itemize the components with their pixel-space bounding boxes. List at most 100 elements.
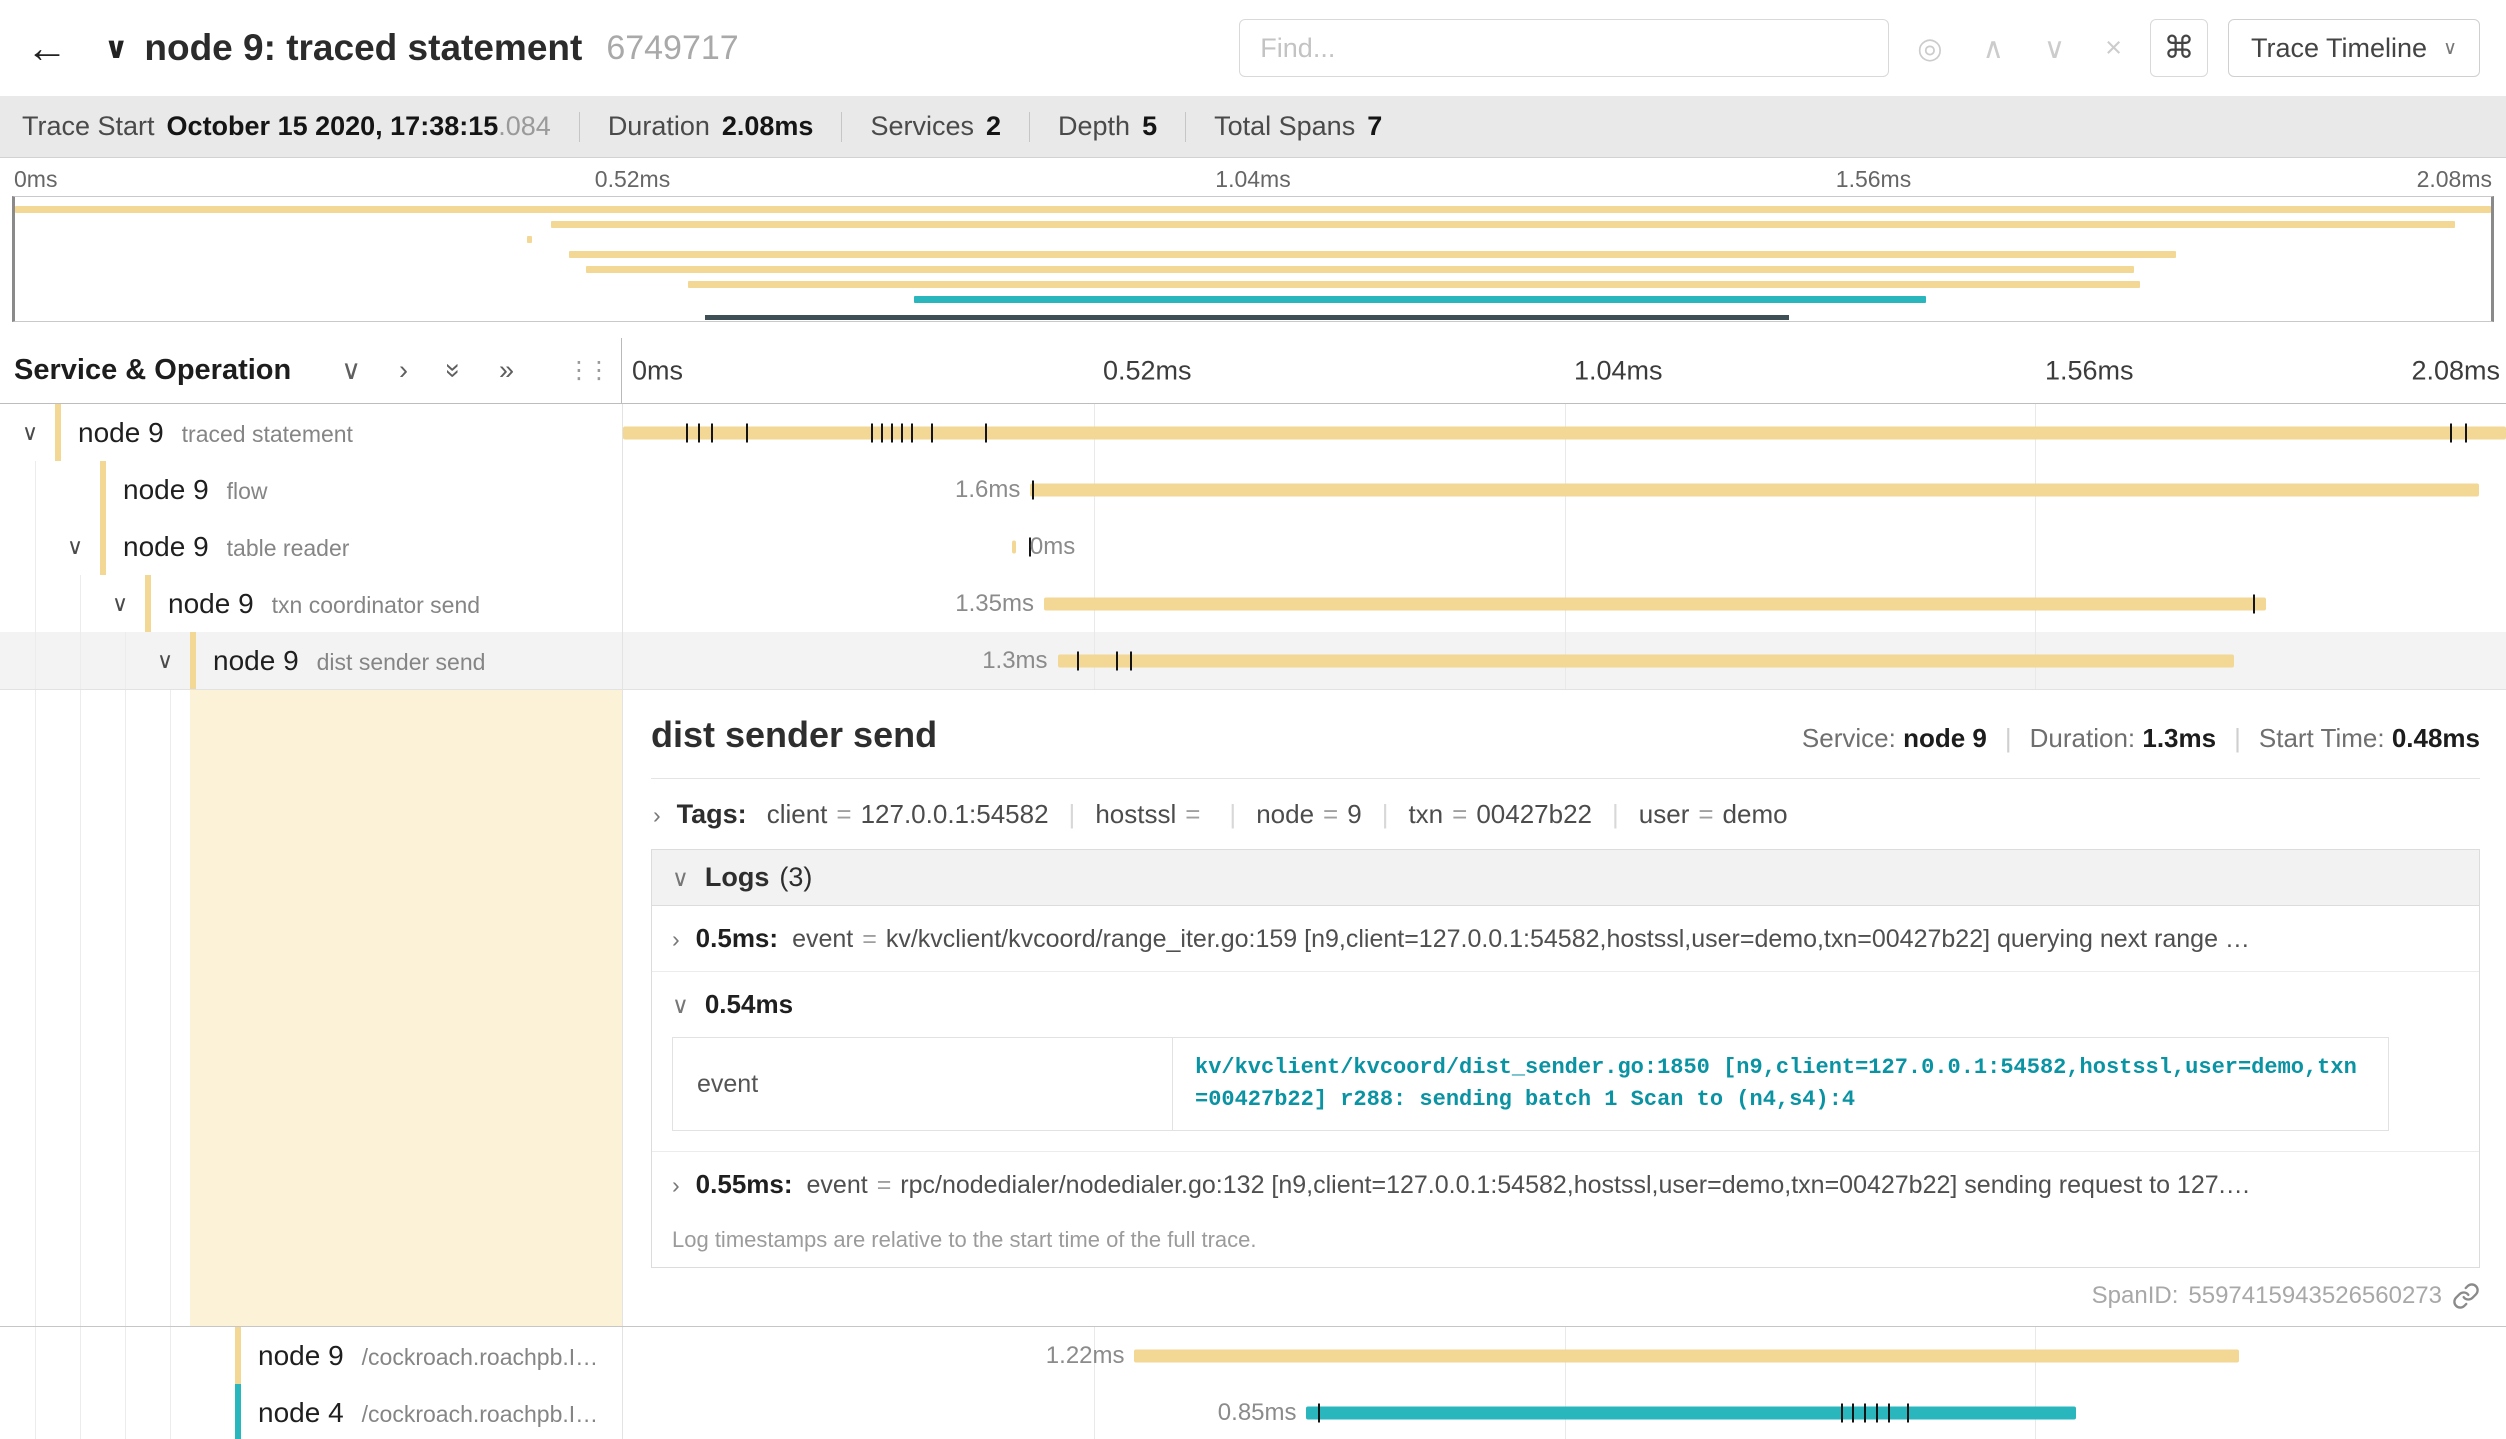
minimap-scrubber[interactable]: [705, 315, 1788, 320]
span-row[interactable]: node 9flow 1.6ms: [0, 461, 2506, 518]
duration-label: 0.85ms: [1218, 1399, 1297, 1427]
trace-summary-bar: Trace Start October 15 2020, 17:38:15.08…: [0, 96, 2506, 158]
services-value: 2: [986, 111, 1001, 142]
collapse-one-icon[interactable]: ∨: [341, 355, 361, 386]
minimap-span-bar: [527, 236, 532, 243]
indent-guide: [35, 1327, 36, 1384]
minimap-canvas[interactable]: [12, 196, 2494, 322]
span-name-cell[interactable]: node 4/cockroach.roachpb.I…: [0, 1384, 622, 1439]
span-name: node 9/cockroach.roachpb.I…: [258, 1340, 598, 1372]
tag-separator: |: [1612, 799, 1619, 829]
span-name-cell[interactable]: ∨node 9dist sender send: [0, 632, 622, 689]
indent-guide: [80, 690, 81, 1326]
indent-guide: [170, 690, 171, 1326]
find-next-icon[interactable]: ∨: [2044, 31, 2065, 66]
span-name: node 9flow: [123, 474, 268, 506]
span-bar-cell[interactable]: 1.35ms: [622, 575, 2506, 632]
chevron-down-icon[interactable]: ∨: [67, 534, 83, 560]
span-row[interactable]: ∨node 9table reader0ms: [0, 518, 2506, 575]
keyboard-shortcuts-button[interactable]: ⌘: [2150, 19, 2208, 77]
span-duration-bar[interactable]: [1134, 1349, 2238, 1362]
duration-label: 1.6ms: [955, 476, 1020, 504]
log-entry-expanded[interactable]: ∨ 0.54ms: [652, 972, 2479, 1037]
duration-item: Duration 2.08ms: [608, 111, 814, 142]
tick-label: 1.04ms: [1564, 355, 1663, 386]
expand-one-icon[interactable]: ›: [399, 355, 408, 386]
log-fields-table: event kv/kvclient/kvcoord/dist_sender.go…: [672, 1037, 2389, 1131]
span-bar-cell[interactable]: 1.6ms: [622, 461, 2506, 518]
tick-label: 0.52ms: [1093, 355, 1192, 386]
divider: |: [2234, 723, 2241, 754]
service-color-bar: [190, 632, 196, 689]
logs-header[interactable]: ∨ Logs (3): [652, 850, 2479, 906]
column-resize-grip[interactable]: ⋮⋮: [567, 356, 607, 385]
operation-name: traced statement: [182, 421, 353, 448]
find-prev-icon[interactable]: ∧: [1983, 31, 2004, 66]
logs-footnote: Log timestamps are relative to the start…: [652, 1217, 2479, 1267]
tag: txn=00427b22: [1408, 799, 1592, 829]
service-label: Service:: [1802, 723, 1896, 753]
span-bar-cell[interactable]: 0.85ms: [622, 1384, 2506, 1439]
span-bar-cell[interactable]: 1.3ms: [622, 632, 2506, 689]
span-name-cell[interactable]: node 9flow: [0, 461, 622, 518]
span-duration-bar[interactable]: [1012, 540, 1016, 553]
service-operation-header: Service & Operation ∨ › » » ⋮⋮: [0, 338, 622, 403]
span-name-cell[interactable]: ∨node 9table reader: [0, 518, 622, 575]
span-duration-bar[interactable]: [1306, 1406, 2075, 1419]
span-row[interactable]: node 9/cockroach.roachpb.I… 1.22ms: [0, 1327, 2506, 1384]
logs-title: Logs: [705, 862, 770, 893]
find-scope-icon[interactable]: ◎: [1917, 31, 1942, 66]
expand-all-icon[interactable]: »: [499, 355, 514, 386]
minimap-span-bar: [586, 266, 2134, 273]
duration-value: 1.3ms: [2142, 723, 2216, 753]
span-row[interactable]: ∨node 9dist sender send 1.3ms: [0, 632, 2506, 689]
link-icon[interactable]: [2452, 1282, 2480, 1310]
find-input[interactable]: [1239, 19, 1889, 77]
timeline-gridline: [1565, 518, 1566, 575]
span-bar-cell[interactable]: [622, 404, 2506, 461]
span-row[interactable]: node 4/cockroach.roachpb.I… 0.85ms: [0, 1384, 2506, 1439]
log-marker-tick: [686, 423, 688, 442]
span-duration-bar[interactable]: [1058, 654, 2235, 667]
tags-accordion[interactable]: › Tags: client=127.0.0.1:54582|hostssl=|…: [651, 795, 2480, 849]
operation-name: /cockroach.roachpb.I…: [362, 1344, 599, 1371]
log-entry[interactable]: › 0.5ms: event=kv/kvclient/kvcoord/range…: [652, 906, 2479, 972]
span-bar-cell[interactable]: 0ms: [622, 518, 2506, 575]
span-duration-bar[interactable]: [623, 426, 2506, 439]
find-clear-icon[interactable]: ×: [2105, 32, 2122, 65]
span-row[interactable]: ∨node 9txn coordinator send1.35ms: [0, 575, 2506, 632]
indent-guide: [35, 1384, 36, 1439]
tag-value: 00427b22: [1476, 799, 1592, 829]
chevron-down-icon[interactable]: ∨: [112, 591, 128, 617]
span-name-cell[interactable]: ∨ node 9traced statement: [0, 404, 622, 461]
span-row[interactable]: ∨ node 9traced statement: [0, 404, 2506, 461]
equals-sign: =: [862, 925, 877, 953]
span-name: node 9traced statement: [78, 417, 353, 449]
service-value: node 9: [1903, 723, 1987, 753]
tag: node=9: [1256, 799, 1362, 829]
chevron-right-icon: ›: [672, 1172, 680, 1199]
tick-label: 2.08ms: [2417, 166, 2492, 193]
service-operation-title: Service & Operation: [14, 354, 291, 387]
chevron-down-icon: ∨: [672, 992, 689, 1019]
chevron-down-icon[interactable]: ∨: [104, 31, 128, 66]
trace-view-dropdown[interactable]: Trace Timeline ∨: [2228, 19, 2480, 77]
span-name-cell[interactable]: ∨node 9txn coordinator send: [0, 575, 622, 632]
indent-guide: [125, 690, 126, 1326]
span-duration-bar[interactable]: [1030, 483, 2478, 496]
log-entry[interactable]: › 0.55ms: event=rpc/nodedialer/nodediale…: [652, 1151, 2479, 1217]
tag-separator: |: [1069, 799, 1076, 829]
page-header: ← ∨ node 9: traced statement 6749717 ◎ ∧…: [0, 0, 2506, 96]
start-time-label: Start Time:: [2259, 723, 2385, 753]
span-duration-bar[interactable]: [1044, 597, 2266, 610]
duration-label: 1.3ms: [982, 647, 1047, 675]
trace-title: node 9: traced statement: [144, 27, 582, 69]
chevron-down-icon[interactable]: ∨: [157, 648, 173, 674]
span-bar-cell[interactable]: 1.22ms: [622, 1327, 2506, 1384]
log-value: kv/kvclient/kvcoord/range_iter.go:159 [n…: [886, 925, 2250, 953]
chevron-down-icon[interactable]: ∨: [22, 420, 38, 446]
back-button[interactable]: ←: [26, 24, 86, 72]
log-marker-tick: [2253, 594, 2255, 613]
span-name-cell[interactable]: node 9/cockroach.roachpb.I…: [0, 1327, 622, 1384]
collapse-all-icon[interactable]: »: [438, 363, 469, 378]
